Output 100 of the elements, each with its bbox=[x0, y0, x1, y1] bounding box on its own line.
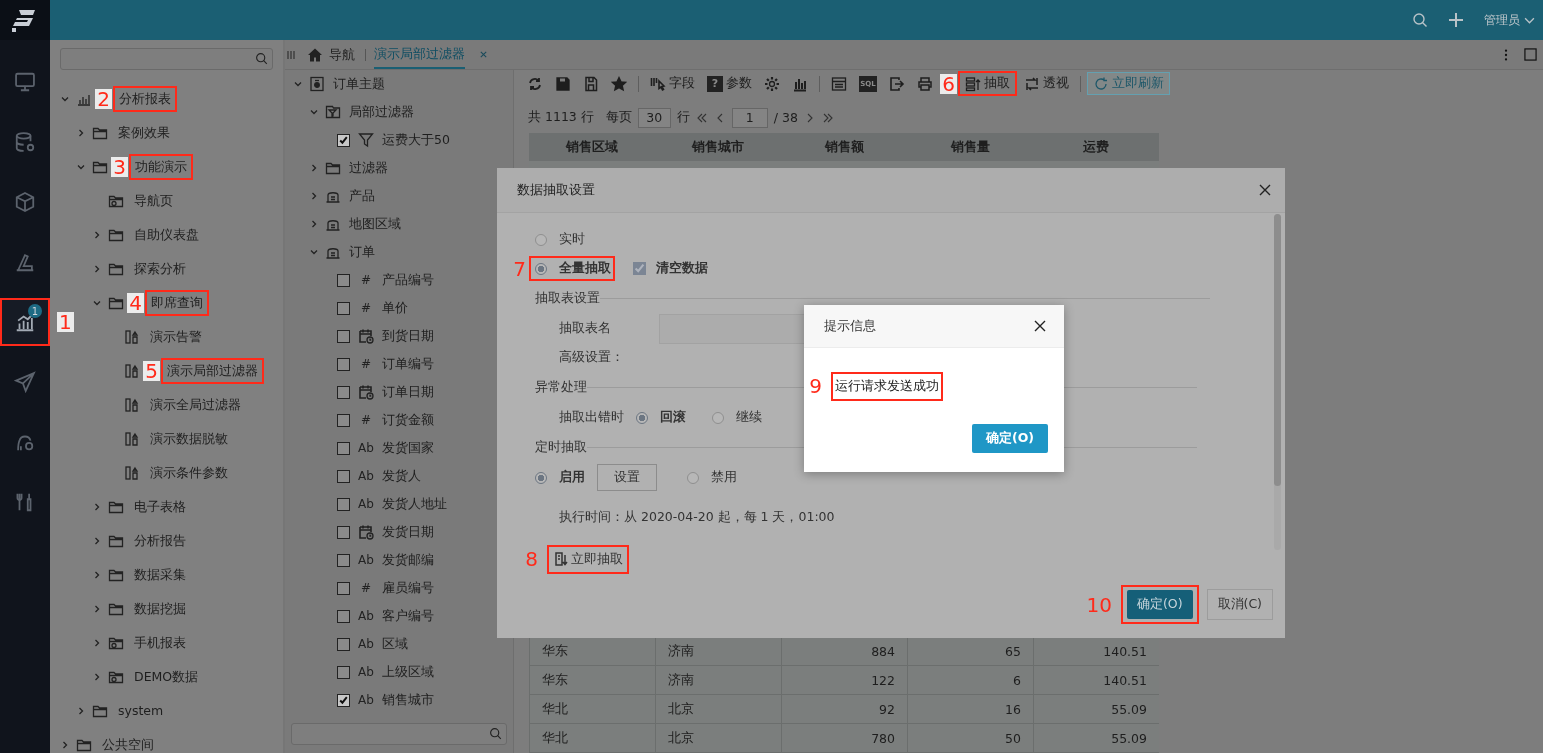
tree-item[interactable]: 演示局部过滤器 bbox=[161, 358, 264, 384]
tree-item[interactable]: 演示全局过滤器 bbox=[146, 394, 245, 416]
tree-item[interactable]: 发货人地址 bbox=[380, 495, 449, 513]
tree-item[interactable]: 手机报表 bbox=[130, 632, 190, 654]
chevron-right-icon[interactable] bbox=[92, 638, 102, 648]
column-header[interactable]: 销售区域 bbox=[529, 133, 655, 161]
chevron-right-icon[interactable] bbox=[76, 706, 86, 716]
tree-item[interactable]: 导航页 bbox=[130, 190, 177, 212]
checkbox[interactable] bbox=[337, 693, 350, 707]
tree-item[interactable]: 即席查询 bbox=[145, 290, 209, 316]
cancel-button[interactable]: 取消(C) bbox=[1206, 589, 1273, 620]
maximize-icon[interactable] bbox=[1524, 48, 1537, 61]
toolbar-button[interactable]: 字段 bbox=[645, 73, 700, 95]
tree-item[interactable]: 产品编号 bbox=[380, 271, 436, 289]
chevron-right-icon[interactable] bbox=[60, 740, 70, 750]
tree-item[interactable]: 分析报告 bbox=[130, 530, 190, 552]
tree-item[interactable]: 演示数据脱敏 bbox=[146, 428, 232, 450]
column-header[interactable]: 运费 bbox=[1033, 133, 1159, 161]
tree-item[interactable]: 公共空间 bbox=[98, 734, 158, 753]
scrollbar[interactable] bbox=[1274, 214, 1281, 550]
toolbar-button[interactable]: 抽取 bbox=[958, 71, 1017, 97]
plus-icon[interactable] bbox=[1448, 12, 1464, 28]
chevron-right-icon[interactable] bbox=[309, 163, 319, 173]
tree-item[interactable]: 到货日期 bbox=[380, 327, 436, 345]
tree-item[interactable]: 演示条件参数 bbox=[146, 462, 232, 484]
tree-item[interactable]: DEMO数据 bbox=[130, 666, 203, 688]
tree-item[interactable]: 发货邮编 bbox=[380, 551, 436, 569]
close-icon[interactable] bbox=[1034, 320, 1046, 332]
checkbox[interactable] bbox=[633, 262, 646, 275]
tree-item[interactable]: 自助仪表盘 bbox=[130, 224, 203, 246]
checkbox[interactable] bbox=[337, 525, 350, 539]
toolbar-button[interactable]: 透视 bbox=[1019, 73, 1074, 95]
tree-item[interactable]: 发货国家 bbox=[380, 439, 436, 457]
tree-item[interactable]: 电子表格 bbox=[130, 496, 190, 518]
chevron-right-icon[interactable] bbox=[92, 230, 102, 240]
radio-button[interactable] bbox=[636, 411, 648, 424]
checkbox[interactable] bbox=[337, 553, 350, 567]
chevron-right-icon[interactable] bbox=[92, 502, 102, 512]
page-field[interactable]: 1 bbox=[731, 107, 768, 128]
radio-button[interactable] bbox=[535, 471, 547, 484]
chevron-right-icon[interactable] bbox=[76, 128, 86, 138]
tree-item[interactable]: 销售城市 bbox=[380, 691, 436, 709]
column-header[interactable]: 销售量 bbox=[907, 133, 1033, 161]
tree-item[interactable]: 订货金额 bbox=[380, 411, 436, 429]
radio-button[interactable] bbox=[712, 411, 724, 424]
tree-item[interactable]: 探索分析 bbox=[130, 258, 190, 280]
last-page-icon[interactable] bbox=[821, 112, 834, 123]
radio-button[interactable] bbox=[535, 262, 547, 275]
checkbox[interactable] bbox=[337, 609, 350, 623]
home-icon[interactable] bbox=[307, 46, 323, 63]
tree-item[interactable]: 订单 bbox=[347, 243, 377, 261]
chevron-right-icon[interactable] bbox=[309, 219, 319, 229]
checkbox[interactable] bbox=[337, 329, 350, 343]
page-size-field[interactable]: 30 bbox=[637, 107, 671, 128]
chevron-right-icon[interactable] bbox=[92, 672, 102, 682]
checkbox[interactable] bbox=[337, 581, 350, 595]
toolbar-button[interactable]: 立即刷新 bbox=[1087, 72, 1170, 96]
ok-button[interactable]: 确定(O) bbox=[1126, 590, 1193, 619]
chevron-right-icon[interactable] bbox=[92, 570, 102, 580]
tree-item[interactable]: 数据挖掘 bbox=[130, 598, 190, 620]
tree-item[interactable]: system bbox=[114, 700, 168, 722]
tree-item[interactable]: 雇员编号 bbox=[380, 579, 436, 597]
user-menu[interactable]: 管理员 bbox=[1484, 11, 1520, 29]
tree-item[interactable]: 数据采集 bbox=[130, 564, 190, 586]
checkbox[interactable] bbox=[337, 301, 350, 315]
chevron-right-icon[interactable] bbox=[92, 536, 102, 546]
tree-item[interactable]: 演示告警 bbox=[146, 326, 206, 348]
tree-item[interactable]: 订单主题 bbox=[331, 75, 387, 93]
tree-item[interactable]: 案例效果 bbox=[114, 122, 174, 144]
tab[interactable]: 演示局部过滤器 bbox=[374, 40, 465, 69]
toolbar-button[interactable]: ? 参数 bbox=[702, 73, 757, 95]
radio-button[interactable] bbox=[535, 233, 547, 246]
chevron-down-icon[interactable] bbox=[293, 79, 303, 89]
checkbox[interactable] bbox=[337, 357, 350, 371]
tree-item[interactable]: 功能演示 bbox=[129, 154, 193, 180]
checkbox[interactable] bbox=[337, 273, 350, 287]
checkbox[interactable] bbox=[337, 637, 350, 651]
radio-button[interactable] bbox=[687, 471, 699, 484]
tree-item[interactable]: 单价 bbox=[380, 299, 410, 317]
tree-item[interactable]: 区域 bbox=[380, 635, 410, 653]
chevron-down-icon[interactable] bbox=[76, 162, 86, 172]
extract-now-button[interactable]: 立即抽取 bbox=[547, 544, 629, 574]
search-field[interactable] bbox=[291, 723, 507, 745]
checkbox[interactable] bbox=[337, 413, 350, 427]
tree-item[interactable]: 上级区域 bbox=[380, 663, 436, 681]
close-icon[interactable] bbox=[1259, 184, 1271, 196]
first-page-icon[interactable] bbox=[695, 112, 708, 123]
nav-link[interactable]: 导航 bbox=[329, 48, 366, 61]
column-header[interactable]: 销售额 bbox=[781, 133, 907, 161]
checkbox[interactable] bbox=[337, 665, 350, 679]
tree-item[interactable]: 过滤器 bbox=[347, 159, 390, 177]
checkbox[interactable] bbox=[337, 469, 350, 483]
checkbox[interactable] bbox=[337, 497, 350, 511]
grip-icon[interactable] bbox=[287, 49, 295, 60]
checkbox[interactable] bbox=[337, 385, 350, 399]
tree-item[interactable]: 运费大于50 bbox=[380, 131, 452, 149]
tree-item[interactable]: 地图区域 bbox=[347, 215, 403, 233]
tree-item[interactable]: 发货日期 bbox=[380, 523, 436, 541]
checkbox[interactable] bbox=[337, 441, 350, 455]
tree-item[interactable]: 发货人 bbox=[380, 467, 423, 485]
